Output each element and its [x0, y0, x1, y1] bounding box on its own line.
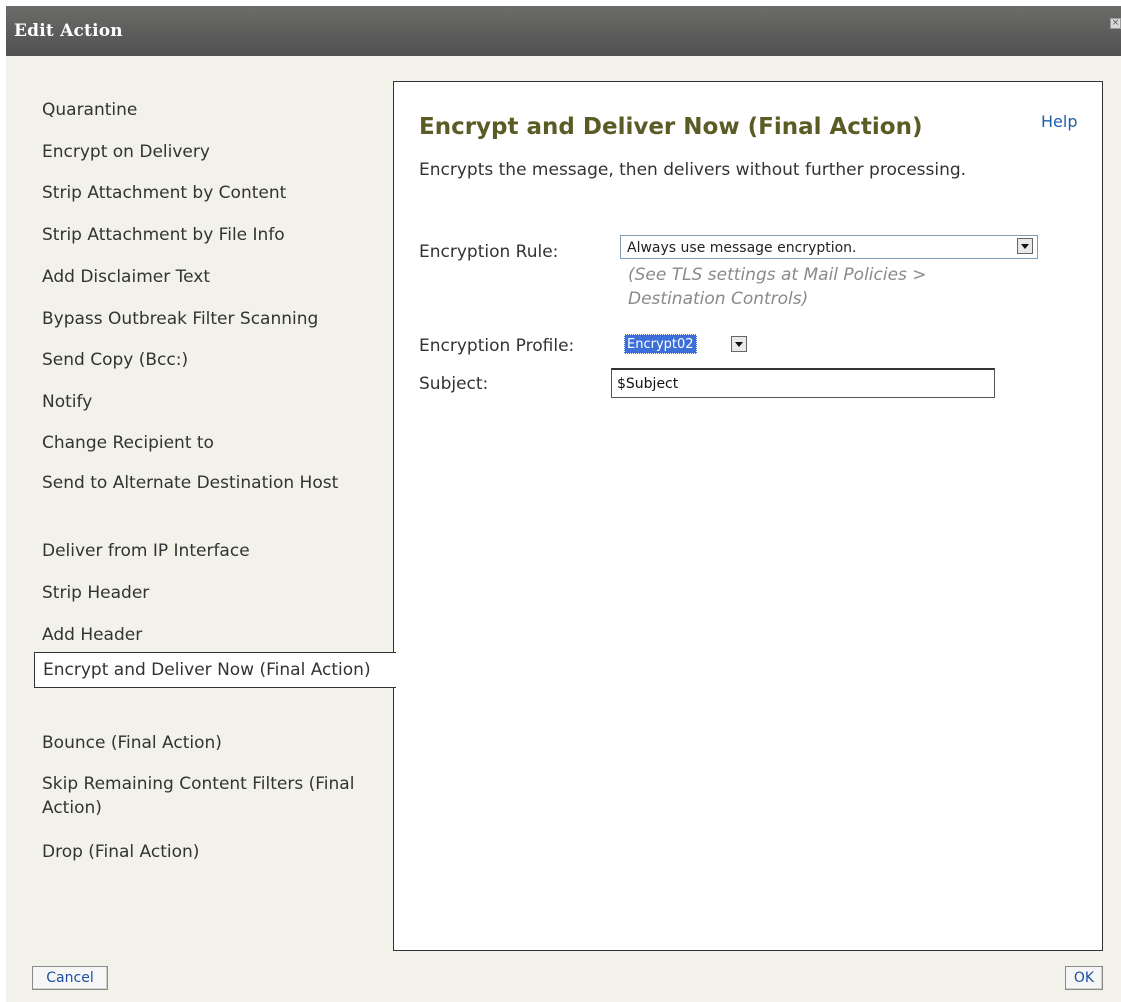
action-item-add-disclaimer-text[interactable]: Add Disclaimer Text	[34, 265, 388, 289]
action-item-send-to-alternate-destination-host[interactable]: Send to Alternate Destination Host	[34, 471, 374, 495]
title-bar: Edit Action ×	[6, 6, 1121, 56]
encryption-rule-hint: (See TLS settings at Mail Policies > Des…	[628, 265, 927, 309]
encryption-rule-value: Always use message encryption.	[627, 240, 857, 256]
action-item-bounce[interactable]: Bounce (Final Action)	[34, 731, 388, 755]
help-link[interactable]: Help	[1041, 112, 1077, 131]
action-item-deliver-from-ip-interface[interactable]: Deliver from IP Interface	[34, 539, 388, 563]
action-item-drop[interactable]: Drop (Final Action)	[34, 840, 388, 864]
action-item-encrypt-on-delivery[interactable]: Encrypt on Delivery	[34, 140, 388, 164]
encryption-rule-select[interactable]: Always use message encryption.	[620, 235, 1038, 259]
action-item-notify[interactable]: Notify	[34, 390, 388, 414]
dialog-title: Edit Action	[14, 21, 123, 41]
action-item-encrypt-and-deliver-now[interactable]: Encrypt and Deliver Now (Final Action)	[34, 652, 396, 688]
action-detail-panel: Encrypt and Deliver Now (Final Action) H…	[393, 81, 1103, 951]
encryption-profile-label: Encryption Profile:	[419, 336, 575, 356]
subject-label: Subject:	[419, 374, 489, 394]
close-icon[interactable]: ×	[1110, 18, 1121, 29]
action-item-skip-remaining-content-filters[interactable]: Skip Remaining Content Filters (Final Ac…	[34, 772, 374, 820]
action-item-send-copy-bcc[interactable]: Send Copy (Bcc:)	[34, 348, 388, 372]
cancel-button[interactable]: Cancel	[32, 966, 108, 990]
encryption-rule-label: Encryption Rule:	[419, 242, 559, 262]
action-item-bypass-outbreak-filter-scanning[interactable]: Bypass Outbreak Filter Scanning	[34, 307, 388, 331]
ok-button[interactable]: OK	[1065, 966, 1103, 990]
encryption-profile-select[interactable]: Encrypt02	[624, 334, 754, 354]
chevron-down-icon[interactable]	[731, 336, 747, 352]
edit-action-dialog: Edit Action × Quarantine Encrypt on Deli…	[6, 6, 1121, 1002]
encryption-profile-value: Encrypt02	[624, 334, 697, 354]
action-item-change-recipient-to[interactable]: Change Recipient to	[34, 431, 388, 455]
action-item-strip-header[interactable]: Strip Header	[34, 581, 388, 605]
subject-input[interactable]	[611, 368, 995, 398]
action-item-quarantine[interactable]: Quarantine	[34, 98, 388, 122]
action-item-add-header[interactable]: Add Header	[34, 623, 388, 647]
action-description: Encrypts the message, then delivers with…	[419, 160, 967, 180]
chevron-down-icon[interactable]	[1017, 238, 1033, 254]
panel-title: Encrypt and Deliver Now (Final Action)	[419, 114, 923, 140]
action-item-strip-attachment-by-file-info[interactable]: Strip Attachment by File Info	[34, 223, 388, 247]
action-item-strip-attachment-by-content[interactable]: Strip Attachment by Content	[34, 181, 388, 205]
